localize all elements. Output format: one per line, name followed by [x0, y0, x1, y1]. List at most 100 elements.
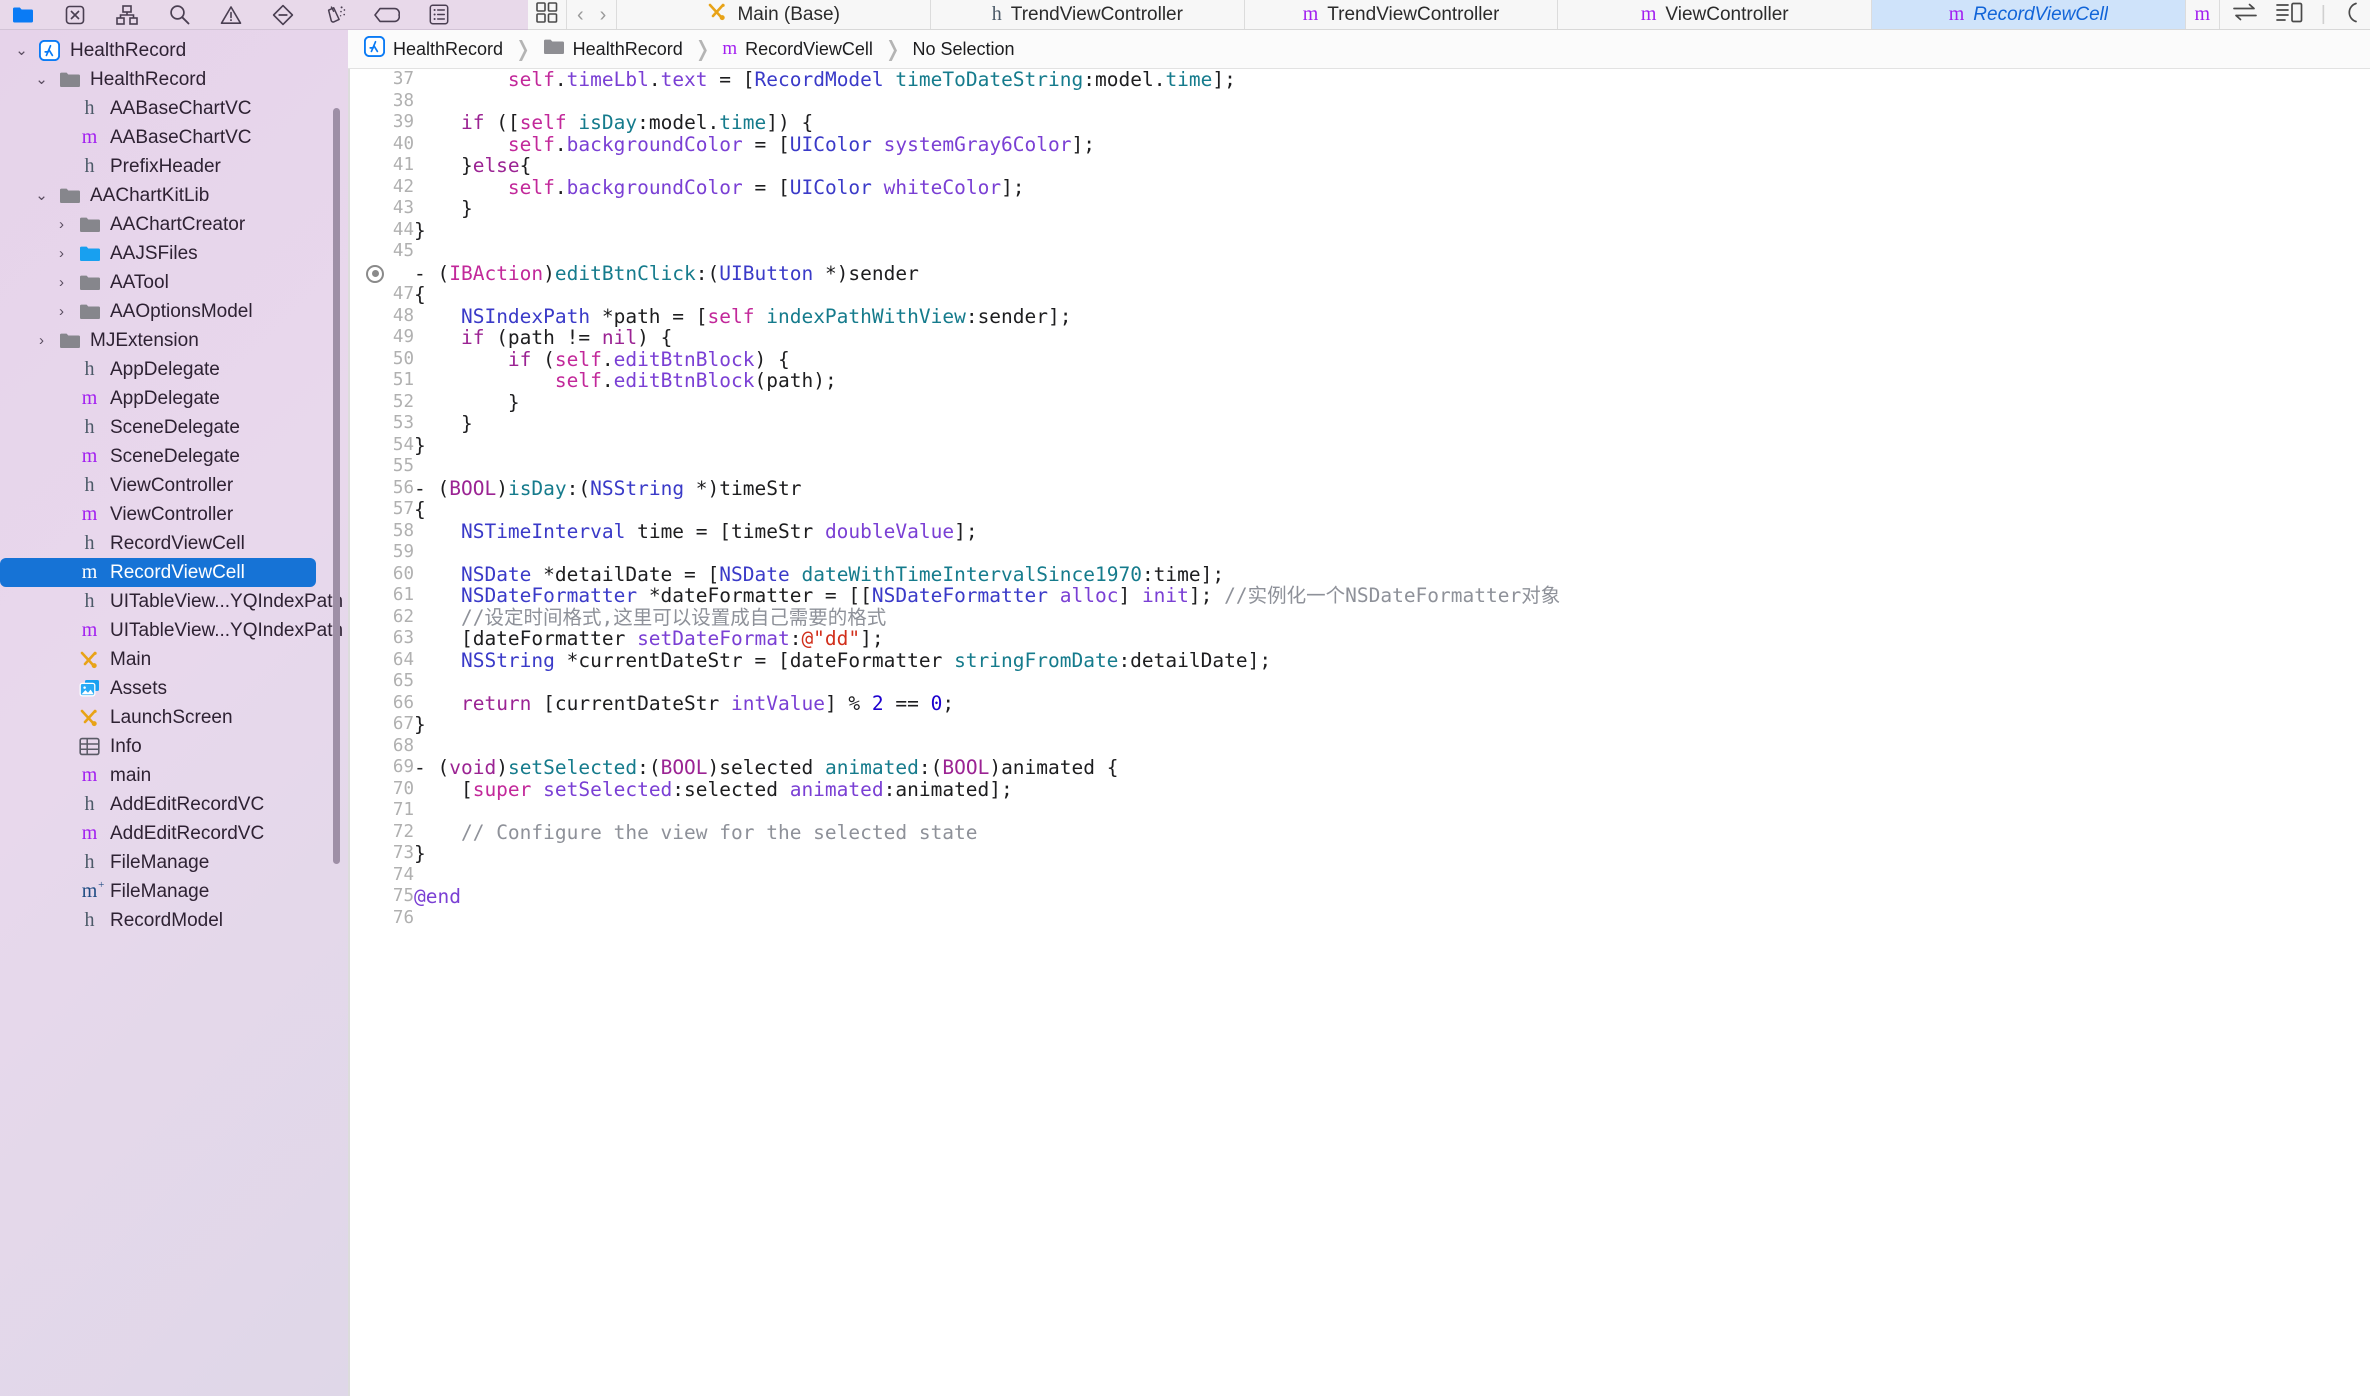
- sidebar-item-addeditrecordvc[interactable]: m AddEditRecordVC: [0, 819, 348, 848]
- code-area[interactable]: 37 self.timeLbl.text = [RecordModel time…: [348, 69, 2370, 1396]
- code-line-text[interactable]: }else{: [414, 155, 2370, 177]
- line-number[interactable]: 76: [348, 908, 414, 930]
- sidebar-item-info[interactable]: Info: [0, 732, 348, 761]
- sidebar-item-uitableview-yqindexpath[interactable]: m UITableView...YQIndexPath: [0, 616, 348, 645]
- sidebar-item-aachartcreator[interactable]: › AAChartCreator: [0, 210, 348, 239]
- tab-trendviewcontroller-h[interactable]: h TrendViewController: [931, 0, 1245, 29]
- line-number[interactable]: 43: [348, 198, 414, 220]
- code-line-text[interactable]: - (IBAction)editBtnClick:(UIButton *)sen…: [366, 262, 2370, 285]
- sidebar-item-main[interactable]: m main: [0, 761, 348, 790]
- code-line-text[interactable]: self.backgroundColor = [UIColor whiteCol…: [414, 176, 2370, 199]
- sidebar-item-aachartkitlib[interactable]: ⌄ AAChartKitLib: [0, 181, 348, 210]
- code-line-text[interactable]: {: [414, 284, 2370, 306]
- sidebar-item-assets[interactable]: Assets: [0, 674, 348, 703]
- warning-triangle-icon[interactable]: [218, 4, 244, 26]
- assistant-editor-icon[interactable]: [2275, 2, 2303, 28]
- line-number[interactable]: 75: [348, 886, 414, 908]
- sidebar-item-scenedelegate[interactable]: h SceneDelegate: [0, 413, 348, 442]
- chevron-right-icon[interactable]: ›: [54, 245, 69, 262]
- sidebar-item-viewcontroller[interactable]: m ViewController: [0, 500, 348, 529]
- code-line-text[interactable]: self.editBtnBlock(path);: [414, 370, 2370, 392]
- code-line-text[interactable]: NSString *currentDateStr = [dateFormatte…: [414, 649, 2370, 672]
- code-line-text[interactable]: self.timeLbl.text = [RecordModel timeToD…: [414, 69, 2370, 91]
- line-number[interactable]: 65: [348, 671, 414, 693]
- code-line-text[interactable]: [414, 456, 2370, 478]
- sidebar-item-aatool[interactable]: › AATool: [0, 268, 348, 297]
- sidebar-item-appdelegate[interactable]: h AppDelegate: [0, 355, 348, 384]
- chevron-right-icon[interactable]: ›: [54, 303, 69, 320]
- code-line-text[interactable]: [414, 865, 2370, 887]
- line-number[interactable]: 38: [348, 91, 414, 113]
- tab-main-base[interactable]: Main (Base): [617, 0, 932, 29]
- line-number[interactable]: 71: [348, 800, 414, 822]
- line-number[interactable]: 49: [348, 327, 414, 349]
- swap-arrows-icon[interactable]: [2232, 2, 2258, 27]
- sidebar-item-addeditrecordvc[interactable]: h AddEditRecordVC: [0, 790, 348, 819]
- code-line-text[interactable]: }: [414, 413, 2370, 435]
- line-number[interactable]: 44: [348, 220, 414, 242]
- chevron-left-icon[interactable]: ‹: [577, 5, 584, 25]
- code-line-text[interactable]: if (self.editBtnBlock) {: [414, 348, 2370, 371]
- sidebar-item-main[interactable]: Main: [0, 645, 348, 674]
- sidebar-item-aaoptionsmodel[interactable]: › AAOptionsModel: [0, 297, 348, 326]
- line-number[interactable]: 69: [348, 757, 414, 779]
- inspector-toggle-icon[interactable]: [2344, 2, 2358, 28]
- code-line-text[interactable]: }: [414, 219, 2370, 242]
- line-number[interactable]: 73: [348, 843, 414, 865]
- code-line-text[interactable]: return [currentDateStr intValue] % 2 == …: [414, 692, 2370, 715]
- code-line-text[interactable]: }: [414, 391, 2370, 414]
- sidebar-item-filemanage[interactable]: m + FileManage: [0, 877, 348, 906]
- line-number[interactable]: 39: [348, 112, 414, 134]
- tab-recordviewcell-m[interactable]: m RecordViewCell: [1872, 0, 2186, 29]
- sidebar-item-aabasechartvc[interactable]: h AABaseChartVC: [0, 94, 348, 123]
- ibaction-connection-icon[interactable]: [366, 264, 384, 283]
- line-number[interactable]: 60: [348, 564, 414, 586]
- code-line-text[interactable]: NSDate *detailDate = [NSDate dateWithTim…: [414, 563, 2370, 586]
- report-list-icon[interactable]: [426, 4, 452, 26]
- chevron-right-icon[interactable]: ›: [600, 5, 607, 25]
- line-number[interactable]: 58: [348, 521, 414, 543]
- sidebar-item-recordviewcell[interactable]: h RecordViewCell: [0, 529, 348, 558]
- tab-trendviewcontroller-m[interactable]: m TrendViewController: [1245, 0, 1559, 29]
- chevron-right-icon[interactable]: ›: [54, 216, 69, 233]
- chevron-down-icon[interactable]: ⌄: [34, 188, 49, 203]
- breakpoint-tag-icon[interactable]: [374, 4, 400, 26]
- code-line-text[interactable]: [414, 736, 2370, 758]
- line-number[interactable]: 63: [348, 628, 414, 650]
- line-number[interactable]: 66: [348, 693, 414, 715]
- code-line-text[interactable]: }: [414, 843, 2370, 865]
- code-line-text[interactable]: {: [414, 499, 2370, 521]
- navigator-scrollbar[interactable]: [333, 108, 340, 864]
- code-line-text[interactable]: [dateFormatter setDateFormat:@"dd"];: [414, 628, 2370, 650]
- line-number[interactable]: 70: [348, 779, 414, 801]
- sidebar-item-scenedelegate[interactable]: m SceneDelegate: [0, 442, 348, 471]
- code-line-text[interactable]: - (void)setSelected:(BOOL)selected anima…: [414, 757, 2370, 779]
- sidebar-item-mjextension[interactable]: › MJExtension: [0, 326, 348, 355]
- code-line-text[interactable]: [414, 800, 2370, 822]
- code-line-text[interactable]: if (path != nil) {: [414, 327, 2370, 349]
- debug-spray-icon[interactable]: [322, 4, 348, 26]
- line-number[interactable]: 53: [348, 413, 414, 435]
- grid-layout-icon[interactable]: [536, 1, 558, 28]
- code-line-text[interactable]: }: [414, 198, 2370, 220]
- line-number[interactable]: 41: [348, 155, 414, 177]
- line-number[interactable]: 48: [348, 306, 414, 328]
- chevron-down-icon[interactable]: ⌄: [14, 43, 29, 58]
- code-line-text[interactable]: [414, 908, 2370, 930]
- folder-icon[interactable]: [10, 4, 36, 26]
- sidebar-item-appdelegate[interactable]: m AppDelegate: [0, 384, 348, 413]
- sidebar-item-recordmodel[interactable]: h RecordModel: [0, 906, 348, 935]
- line-number[interactable]: 51: [348, 370, 414, 392]
- breadcrumb-item-group[interactable]: HealthRecord: [539, 38, 687, 60]
- code-line-text[interactable]: [414, 671, 2370, 693]
- code-line-text[interactable]: // Configure the view for the selected s…: [414, 821, 2370, 844]
- breadcrumb-item-selection[interactable]: No Selection: [908, 39, 1018, 60]
- test-diamond-icon[interactable]: [270, 4, 296, 26]
- code-line-text[interactable]: }: [414, 714, 2370, 736]
- line-number[interactable]: 40: [348, 134, 414, 156]
- search-icon[interactable]: [166, 4, 192, 26]
- code-line-text[interactable]: - (BOOL)isDay:(NSString *)timeStr: [414, 477, 2370, 500]
- code-line-text[interactable]: NSDateFormatter *dateFormatter = [[NSDat…: [414, 585, 2370, 607]
- code-line-text[interactable]: NSIndexPath *path = [self indexPathWithV…: [414, 305, 2370, 328]
- sidebar-item-selected[interactable]: m RecordViewCell: [0, 558, 316, 587]
